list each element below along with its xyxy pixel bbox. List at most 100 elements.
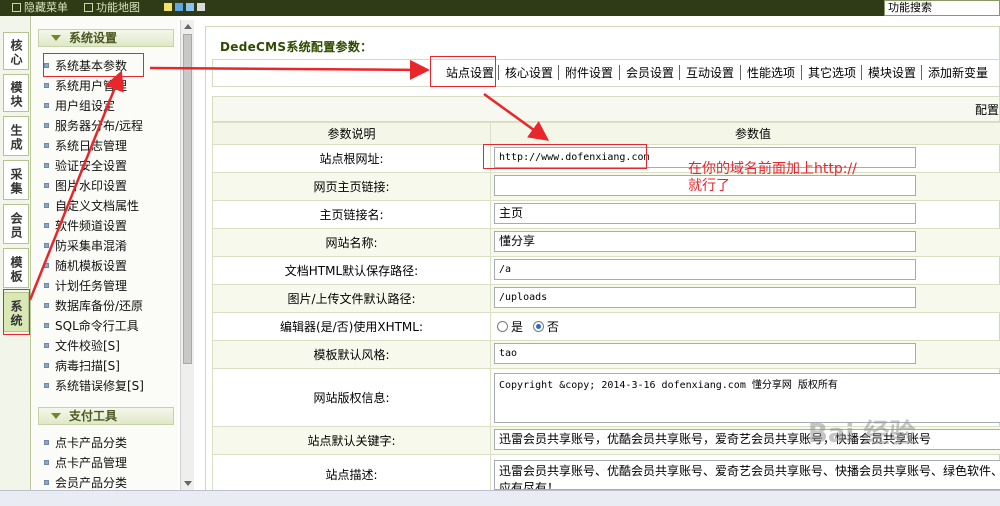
menu-item-label: 软件频道设置 bbox=[55, 219, 128, 233]
row-value: /a bbox=[490, 256, 1000, 285]
bullet-icon bbox=[44, 303, 49, 308]
module-tab-strip: 核心 模块 生成 采集 会员 模板 系统 bbox=[0, 16, 31, 490]
highlight-system-tab bbox=[3, 289, 30, 335]
menu-item-label: 图片水印设置 bbox=[55, 179, 128, 193]
site-map-button[interactable]: 功能地图 bbox=[84, 1, 140, 15]
menu-scrollbar[interactable] bbox=[180, 20, 194, 490]
row-label: 模板默认风格: bbox=[212, 340, 491, 369]
menu-item[interactable]: 文件校验[S] bbox=[44, 337, 120, 355]
menu-item[interactable]: 软件频道设置 bbox=[44, 217, 127, 235]
theme-swatch-yellow[interactable] bbox=[164, 3, 172, 11]
tab-separator bbox=[801, 65, 802, 80]
row-label: 网站名称: bbox=[212, 228, 491, 257]
tab-separator bbox=[679, 65, 680, 80]
tab-separator bbox=[740, 65, 741, 80]
xhtml-no-label: 否 bbox=[546, 320, 559, 334]
table-row: 编辑器(是/否)使用XHTML: 是 否 bbox=[212, 312, 1000, 341]
description-textarea[interactable]: 迅雷会员共享账号、优酷会员共享账号、爱奇艺会员共享账号、快播会员共享账号、绿色软… bbox=[494, 459, 1000, 490]
menu-item[interactable]: 数据库备份/还原 bbox=[44, 297, 143, 315]
menu-item-label: 计划任务管理 bbox=[55, 279, 128, 293]
tab-attachment-settings[interactable]: 附件设置 bbox=[565, 65, 613, 81]
home-name-input[interactable]: 主页 bbox=[494, 202, 916, 224]
tab-collect[interactable]: 采集 bbox=[3, 160, 29, 200]
menu-item-label: 随机模板设置 bbox=[55, 259, 128, 273]
bullet-icon bbox=[44, 343, 49, 348]
config-header-bar bbox=[212, 96, 1000, 122]
menu-item[interactable]: 计划任务管理 bbox=[44, 277, 127, 295]
scroll-up-icon[interactable] bbox=[184, 24, 192, 29]
menu-header-pay[interactable]: 支付工具 bbox=[38, 407, 174, 425]
function-search-input[interactable]: 功能搜索 bbox=[884, 0, 1000, 16]
table-row: 文档HTML默认保存路径: /a bbox=[212, 256, 1000, 285]
tab-module-settings[interactable]: 模块设置 bbox=[868, 65, 916, 81]
row-label: 图片/上传文件默认路径: bbox=[212, 284, 491, 313]
template-style-input[interactable]: tao bbox=[494, 342, 916, 364]
menu-item-label: 用户组设定 bbox=[55, 99, 116, 113]
tab-module[interactable]: 模块 bbox=[3, 74, 29, 112]
tab-core-settings[interactable]: 核心设置 bbox=[505, 65, 553, 81]
bullet-icon bbox=[44, 460, 49, 465]
menu-item[interactable]: 图片水印设置 bbox=[44, 177, 127, 195]
tab-add-variable[interactable]: 添加新变量 bbox=[928, 65, 988, 81]
tab-member-settings[interactable]: 会员设置 bbox=[626, 65, 674, 81]
highlight-site-settings-tab bbox=[430, 56, 496, 87]
menu-item-label: 防采集串混淆 bbox=[55, 239, 128, 253]
site-name-input[interactable]: 懂分享 bbox=[494, 230, 916, 252]
menu-header-pay-label: 支付工具 bbox=[69, 409, 118, 423]
tab-separator bbox=[861, 65, 862, 80]
menu-header-system-label: 系统设置 bbox=[69, 31, 118, 45]
html-path-input[interactable]: /a bbox=[494, 258, 916, 280]
theme-swatch-lightblue[interactable] bbox=[186, 3, 194, 11]
tab-separator bbox=[921, 65, 922, 80]
menu-item[interactable]: 点卡产品管理 bbox=[44, 454, 127, 472]
row-label: 站点默认关键字: bbox=[212, 426, 491, 455]
menu-item[interactable]: 自定义文档属性 bbox=[44, 197, 139, 215]
menu-item[interactable]: 点卡产品分类 bbox=[44, 434, 127, 452]
menu-item[interactable]: 用户组设定 bbox=[44, 97, 115, 115]
hide-menu-button[interactable]: 隐藏菜单 bbox=[12, 1, 68, 15]
status-bar bbox=[0, 490, 1000, 506]
top-toolbar: 隐藏菜单 功能地图 功能搜索 bbox=[0, 0, 1000, 16]
menu-item-label: 文件校验[S] bbox=[55, 339, 120, 353]
menu-item[interactable]: 病毒扫描[S] bbox=[44, 357, 120, 375]
menu-icon bbox=[12, 3, 21, 12]
collapse-arrow-icon bbox=[51, 413, 61, 419]
row-value: 懂分享 bbox=[490, 228, 1000, 257]
xhtml-no-radio[interactable] bbox=[532, 321, 544, 332]
row-value: tao bbox=[490, 340, 1000, 369]
scroll-down-icon[interactable] bbox=[184, 481, 192, 486]
tab-core[interactable]: 核心 bbox=[3, 32, 29, 70]
menu-item[interactable]: 系统日志管理 bbox=[44, 137, 127, 155]
tab-performance-options[interactable]: 性能选项 bbox=[747, 65, 795, 81]
scroll-thumb[interactable] bbox=[183, 34, 192, 364]
upload-path-input[interactable]: /uploads bbox=[494, 286, 916, 308]
menu-item[interactable]: 服务器分布/远程 bbox=[44, 117, 143, 135]
highlight-basic-params bbox=[43, 53, 144, 77]
tab-interaction-settings[interactable]: 互动设置 bbox=[686, 65, 734, 81]
bullet-icon bbox=[44, 440, 49, 445]
tab-other-options[interactable]: 其它选项 bbox=[808, 65, 856, 81]
row-label: 站点根网址: bbox=[212, 144, 491, 173]
bullet-icon bbox=[44, 143, 49, 148]
row-label: 编辑器(是/否)使用XHTML: bbox=[212, 312, 491, 341]
collapse-arrow-icon bbox=[51, 35, 61, 41]
tab-template[interactable]: 模板 bbox=[3, 248, 29, 288]
xhtml-yes-radio[interactable] bbox=[497, 321, 508, 332]
tab-member[interactable]: 会员 bbox=[3, 204, 29, 244]
menu-item[interactable]: 验证安全设置 bbox=[44, 157, 127, 175]
column-header-param: 参数说明 bbox=[212, 122, 491, 145]
function-search-label: 功能搜索 bbox=[888, 1, 932, 14]
theme-swatch-gray[interactable] bbox=[197, 3, 205, 11]
menu-item[interactable]: 系统错误修复[S] bbox=[44, 377, 144, 395]
menu-item[interactable]: 防采集串混淆 bbox=[44, 237, 127, 255]
tab-generate[interactable]: 生成 bbox=[3, 116, 29, 156]
watermark-text: Bai 经验 bbox=[808, 419, 916, 449]
site-map-label: 功能地图 bbox=[96, 1, 140, 14]
menu-header-system[interactable]: 系统设置 bbox=[38, 29, 174, 47]
menu-item[interactable]: 随机模板设置 bbox=[44, 257, 127, 275]
menu-item[interactable]: SQL命令行工具 bbox=[44, 317, 139, 335]
menu-item[interactable]: 系统用户管理 bbox=[44, 77, 127, 95]
theme-swatch-blue[interactable] bbox=[175, 3, 183, 11]
grid-icon bbox=[84, 3, 93, 12]
row-value: 是 否 bbox=[490, 312, 1000, 341]
